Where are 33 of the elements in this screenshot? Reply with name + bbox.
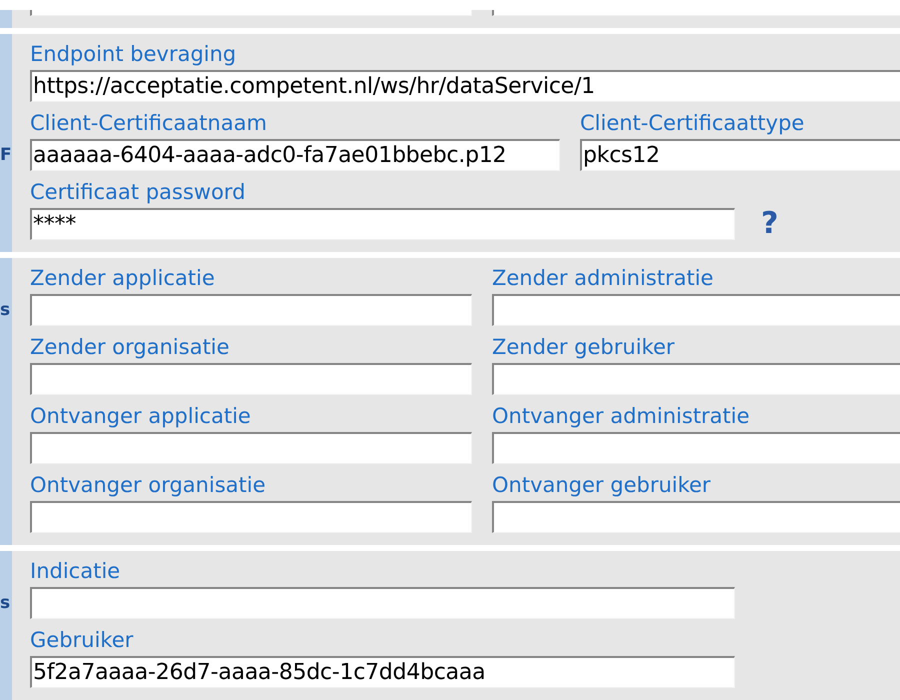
section-side-label: F xyxy=(0,144,12,167)
field-label: Endpoint bevraging xyxy=(30,42,236,66)
text-field[interactable]: pkcs12 xyxy=(580,139,900,171)
field-label: Ontvanger organisatie xyxy=(30,473,266,497)
field-label: Client-Certificaattype xyxy=(580,111,804,135)
field-label: Ontvanger administratie xyxy=(492,404,750,428)
field-label: Ontvanger applicatie xyxy=(30,404,251,428)
field-label: Zender organisatie xyxy=(30,335,230,359)
field-label: Zender applicatie xyxy=(30,266,215,290)
text-field[interactable]: 5f2a7aaaa-26d7-aaaa-85dc-1c7dd4bcaaa xyxy=(30,656,735,688)
field-label: Ontvanger gebruiker xyxy=(492,473,711,497)
text-field[interactable] xyxy=(492,432,900,464)
text-field[interactable] xyxy=(492,501,900,533)
help-link[interactable]: ? xyxy=(761,208,778,240)
field-label: Zender gebruiker xyxy=(492,335,674,359)
text-field[interactable] xyxy=(492,294,900,326)
text-field[interactable] xyxy=(492,363,900,395)
text-field[interactable] xyxy=(30,587,735,619)
field-label: Certificaat password xyxy=(30,180,246,204)
text-field[interactable] xyxy=(30,294,472,326)
section-side-label: s xyxy=(0,299,12,322)
field-label: Indicatie xyxy=(30,559,120,583)
field-label: Gebruiker xyxy=(30,628,134,652)
section-side-label: s xyxy=(0,592,12,615)
field-label: Client-Certificaatnaam xyxy=(30,111,267,135)
side-strip xyxy=(0,10,12,28)
text-field[interactable] xyxy=(30,501,472,533)
text-field[interactable]: https://acceptatie.competent.nl/ws/hr/dataService/1 xyxy=(30,70,900,102)
text-field[interactable]: aaaaaa-6404-aaaa-adc0-fa7ae01bbebc.p12 xyxy=(30,139,560,171)
text-field[interactable]: **** xyxy=(30,208,735,240)
text-field[interactable] xyxy=(30,432,472,464)
text-field[interactable] xyxy=(30,363,472,395)
field-label: Zender administratie xyxy=(492,266,714,290)
